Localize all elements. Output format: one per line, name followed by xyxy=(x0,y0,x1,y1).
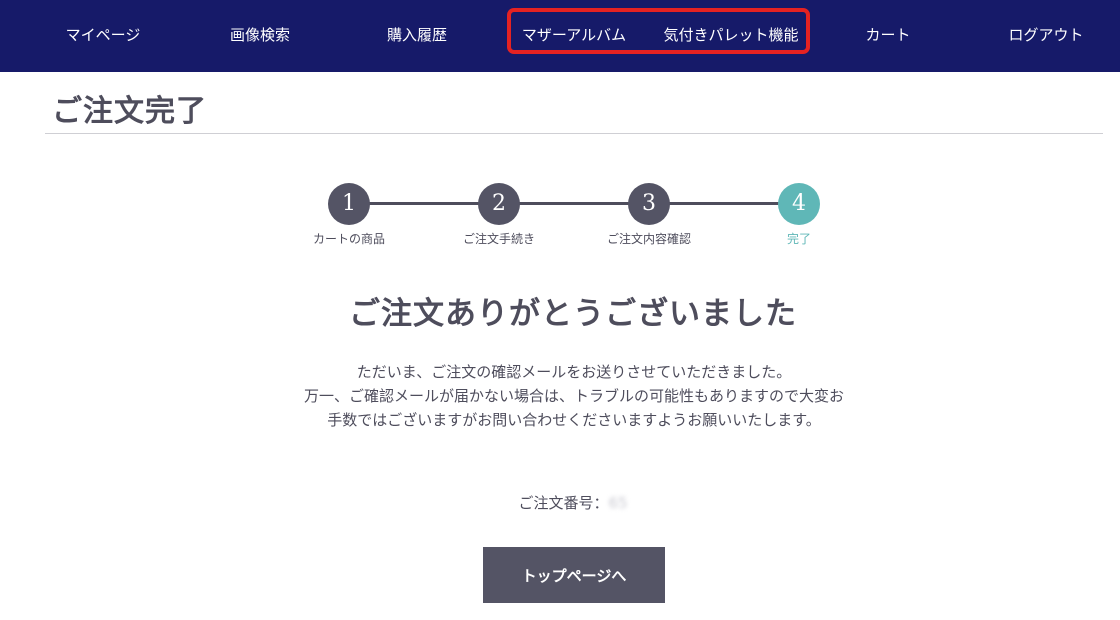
top-nav-bar: マイページ 画像検索 購入履歴 マザーアルバム 気付きパレット機能 カート ログ… xyxy=(0,0,1120,72)
nav-item-image-search[interactable]: 画像検索 xyxy=(210,0,310,72)
title-divider xyxy=(45,133,1103,134)
step-2-label: ご注文手続き xyxy=(462,232,535,246)
nav-item-purchase-history[interactable]: 購入履歴 xyxy=(367,0,467,72)
page-title: ご注文完了 xyxy=(52,94,207,129)
order-number: ご注文番号：65 xyxy=(0,492,1120,513)
message-line-1: ただいま、ご注文の確認メールをお送りさせていただきました。 xyxy=(356,363,792,381)
step-2-circle: 2 xyxy=(478,183,520,225)
step-1-circle: 1 xyxy=(328,183,370,225)
nav-item-cart[interactable]: カート xyxy=(848,0,928,72)
thanks-heading: ご注文ありがとうございました xyxy=(349,296,797,332)
nav-item-kizuki-palette[interactable]: 気付きパレット機能 xyxy=(660,0,802,72)
nav-item-mother-album[interactable]: マザーアルバム xyxy=(514,0,634,72)
step-3-circle: 3 xyxy=(628,183,670,225)
message-line-2: 万一、ご確認メールが届かない場合は、トラブルの可能性もありますので大変お手数では… xyxy=(303,387,844,429)
stepper-line xyxy=(349,202,799,205)
confirmation-message: ただいま、ご注文の確認メールをお送りさせていただきました。 万一、ご確認メールが… xyxy=(298,360,850,432)
order-number-value: 65 xyxy=(608,494,628,512)
step-3-label: ご注文内容確認 xyxy=(606,232,691,246)
top-page-button[interactable]: トップページへ xyxy=(483,547,665,603)
nav-item-mypage[interactable]: マイページ xyxy=(50,0,156,72)
step-4-circle: 4 xyxy=(778,183,820,225)
nav-item-logout[interactable]: ログアウト xyxy=(996,0,1096,72)
step-1-label: カートの商品 xyxy=(312,232,385,246)
step-4-label: 完了 xyxy=(786,232,811,246)
order-number-label: ご注文番号： xyxy=(518,494,609,512)
